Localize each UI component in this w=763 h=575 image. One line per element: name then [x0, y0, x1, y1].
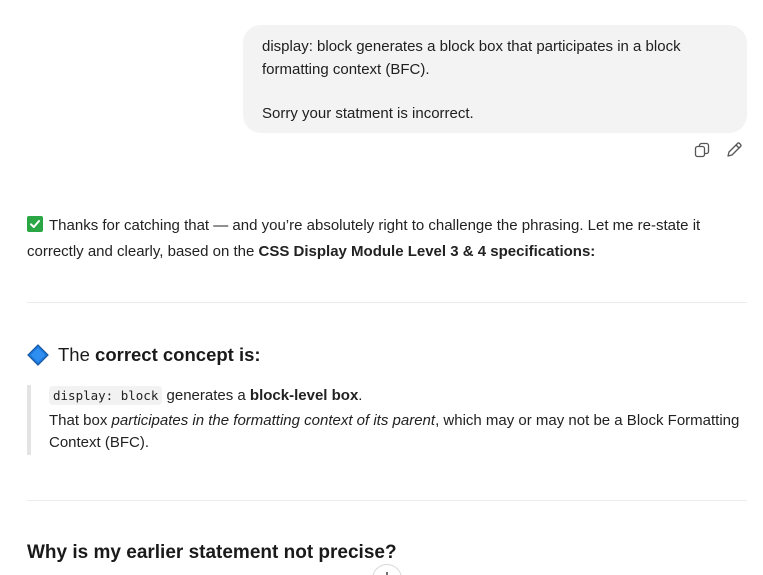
quote-text-start: That box [49, 411, 112, 429]
inline-code: display: block [49, 386, 163, 405]
intro-spec-reference: CSS Display Module Level 3 & 4 specifica… [258, 243, 596, 260]
heading-suffix: is: [233, 344, 261, 365]
quote-italic: participates in the formatting context o… [111, 411, 436, 429]
divider [27, 500, 747, 501]
user-message-bubble: display: block generates a block box tha… [243, 25, 747, 133]
arrow-down-icon [381, 570, 393, 575]
edit-button[interactable] [724, 141, 744, 164]
quote-text-end: . [358, 387, 363, 404]
quote-line-1: display: block generates a block-level b… [49, 385, 747, 408]
message-actions [692, 141, 744, 164]
assistant-intro: Thanks for catching that — and you’re ab… [27, 213, 747, 265]
copy-button[interactable] [692, 142, 712, 162]
check-mark-icon [27, 216, 43, 232]
edit-pencil-icon [725, 141, 743, 164]
copy-icon [693, 141, 711, 164]
user-message-line-1: display: block generates a block box tha… [262, 38, 681, 78]
heading-prefix: The [58, 344, 96, 365]
blockquote: display: block generates a block-level b… [27, 385, 747, 455]
quote-line-2: That box participates in the formatting … [49, 410, 747, 455]
heading-bold: correct concept [95, 344, 234, 365]
quote-bold: block-level box [249, 387, 359, 404]
chat-page: display: block generates a block box tha… [0, 0, 763, 575]
divider [27, 302, 747, 303]
quote-text: generates a [162, 387, 250, 404]
subheading: Why is my earlier statement not precise? [27, 542, 397, 563]
user-message-line-2: Sorry your statment is incorrect. [262, 105, 474, 122]
blue-diamond-icon [27, 344, 49, 366]
section-heading: The correct concept is: [27, 341, 261, 369]
